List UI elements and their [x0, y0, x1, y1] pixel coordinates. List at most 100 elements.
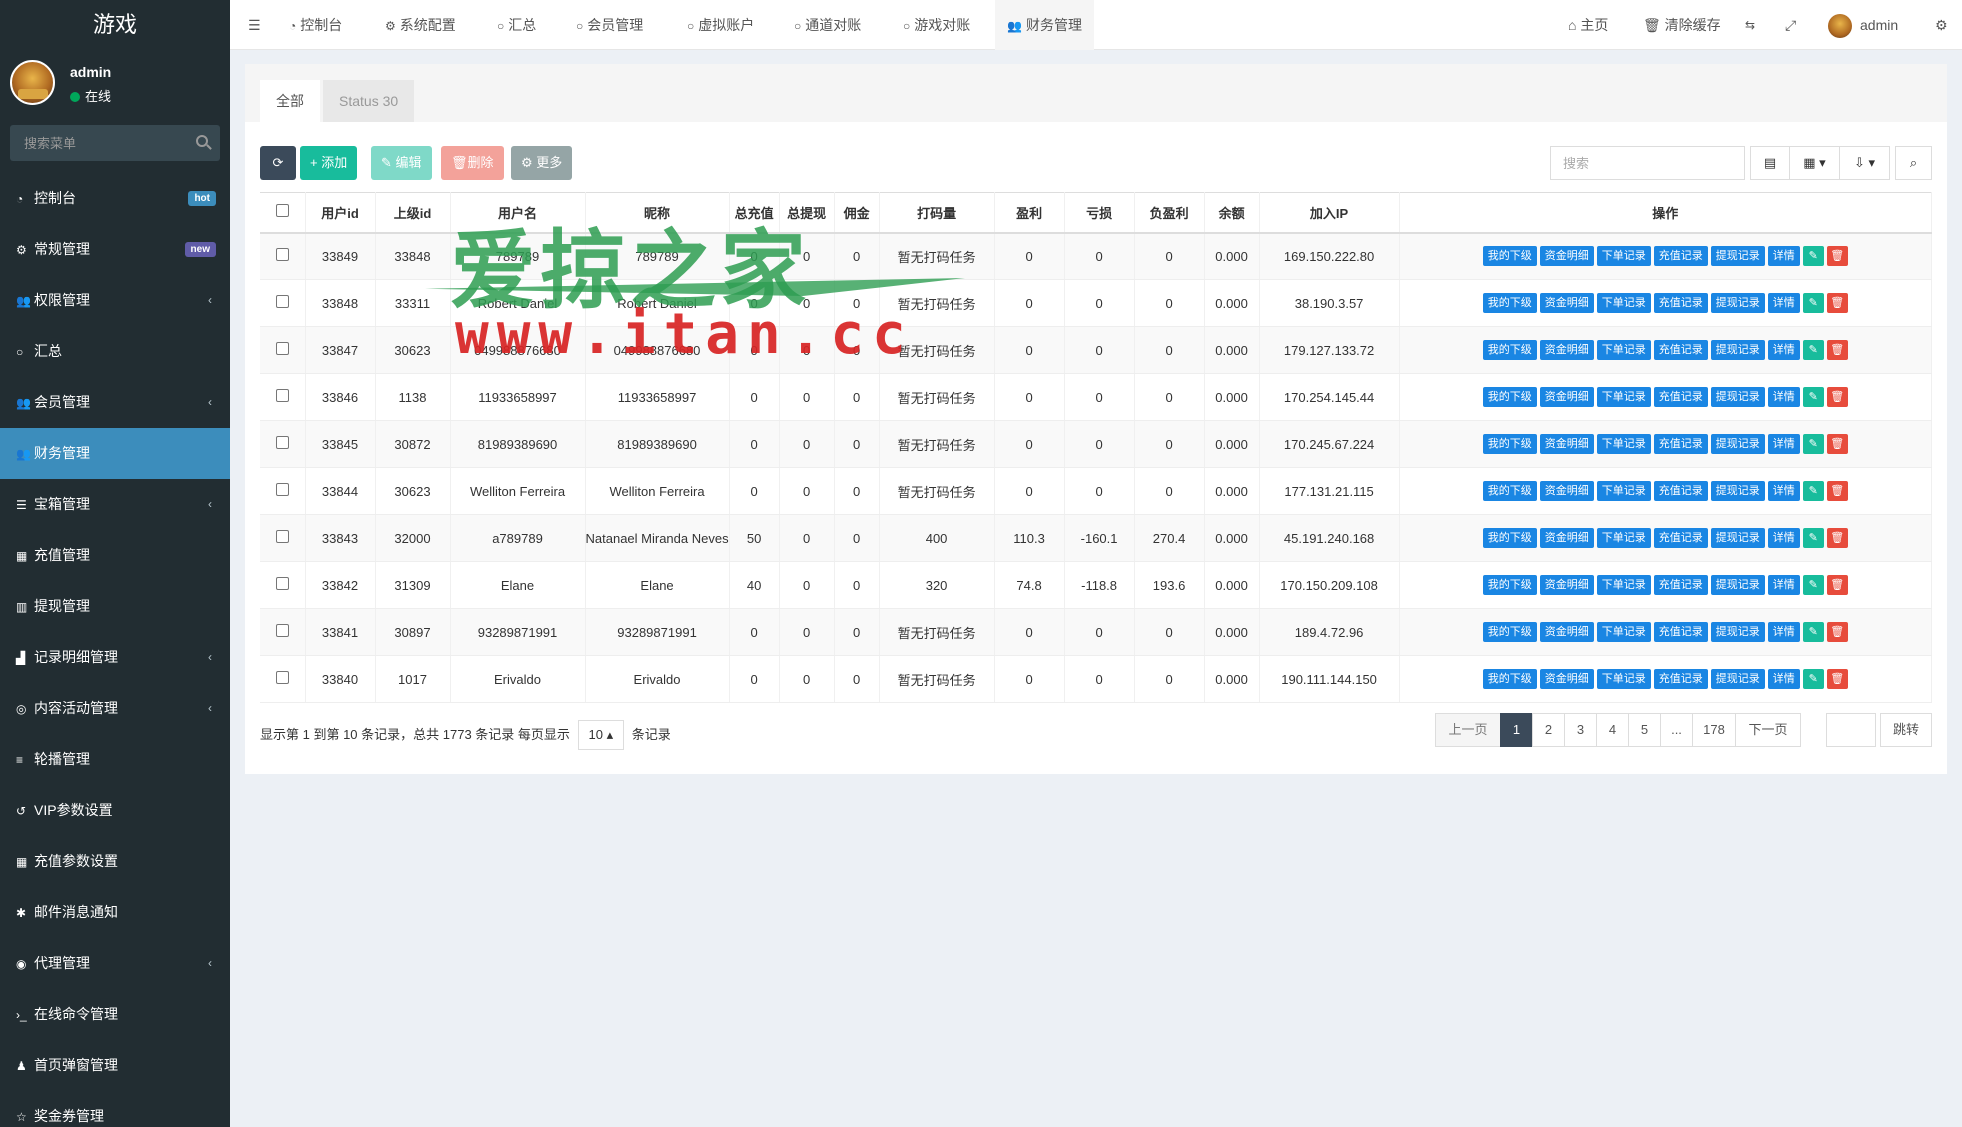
translate-icon[interactable]: ⇆ [1745, 0, 1755, 50]
row-action-button[interactable]: 我的下级 [1482, 669, 1537, 689]
row-checkbox[interactable] [275, 248, 289, 262]
table-search-input[interactable] [1550, 146, 1745, 180]
table-row[interactable]: 33841 30897 93289871991 93289871991 0 0 0 暂无打码任… [260, 608, 1933, 656]
clear-cache-button[interactable]: 🗑 清除缓存 [1643, 0, 1721, 50]
row-action-button[interactable]: 充值记录 [1653, 246, 1708, 267]
row-action-button[interactable]: 充值记录 [1653, 528, 1708, 548]
row-action-button[interactable]: 下单记录 [1596, 246, 1651, 267]
trash-icon[interactable]: 🗑 [1826, 434, 1848, 454]
table-row[interactable]: 33845 30872 81989389690 81989389690 0 0 0 暂无打码任… [260, 420, 1933, 468]
sidebar-item[interactable]: ◔ 控制台 hot [0, 173, 230, 224]
row-action-button[interactable]: 详情 [1767, 575, 1800, 595]
row-action-button[interactable]: 下单记录 [1596, 622, 1651, 642]
toggle-view-button[interactable]: ▤ [1750, 146, 1790, 180]
column-header[interactable]: 昵称 [585, 192, 730, 234]
next-page-button[interactable]: 下一页 [1735, 713, 1801, 747]
row-action-button[interactable]: 提现记录 [1710, 340, 1765, 360]
row-action-button[interactable]: 下单记录 [1596, 528, 1651, 548]
pencil-icon[interactable]: ✎ [1802, 575, 1824, 595]
column-header[interactable]: 盈利 [994, 192, 1065, 234]
row-action-button[interactable]: 提现记录 [1710, 434, 1765, 454]
sidebar-toggle-button[interactable]: ☰ [236, 0, 273, 50]
add-button[interactable]: + 添加 [300, 146, 358, 180]
row-action-button[interactable]: 充值记录 [1653, 669, 1708, 689]
row-action-button[interactable]: 下单记录 [1596, 434, 1651, 454]
table-row[interactable]: 33843 32000 a789789 Natanael Miranda Neves 5… [260, 514, 1933, 562]
column-header[interactable]: 佣金 [834, 192, 880, 234]
column-header[interactable]: 亏损 [1064, 192, 1135, 234]
row-action-button[interactable]: 我的下级 [1482, 575, 1537, 595]
prev-page-button[interactable]: 上一页 [1435, 713, 1501, 747]
table-row[interactable]: 33844 30623 Welliton Ferreira Welliton Ferr… [260, 467, 1933, 515]
table-row[interactable]: 33847 30623 049988876680 049988876680 0 0 0 暂无打… [260, 326, 1933, 374]
row-action-button[interactable]: 详情 [1767, 669, 1800, 689]
jump-button[interactable]: 跳转 [1880, 713, 1932, 747]
column-header[interactable]: 加入IP [1259, 192, 1400, 234]
table-row[interactable]: 33846 1138 11933658997 11933658997 0 0 0 暂无打码任务… [260, 373, 1933, 421]
page-button[interactable]: 5 [1628, 713, 1661, 747]
column-header[interactable]: 打码量 [879, 192, 995, 234]
pencil-icon[interactable]: ✎ [1802, 434, 1824, 454]
row-action-button[interactable]: 详情 [1767, 528, 1800, 548]
row-action-button[interactable]: 资金明细 [1539, 434, 1594, 454]
sidebar-item[interactable]: ▦ 充值管理 [0, 530, 230, 581]
row-action-button[interactable]: 详情 [1767, 293, 1800, 313]
page-button[interactable]: 4 [1596, 713, 1629, 747]
row-checkbox[interactable] [275, 624, 289, 637]
select-all-checkbox[interactable] [275, 204, 289, 218]
column-header[interactable]: 操作 [1399, 192, 1933, 234]
row-action-button[interactable]: 我的下级 [1482, 293, 1537, 313]
row-action-button[interactable]: 下单记录 [1596, 340, 1651, 360]
pencil-icon[interactable]: ✎ [1802, 246, 1824, 267]
row-action-button[interactable]: 资金明细 [1539, 528, 1594, 548]
row-action-button[interactable]: 我的下级 [1482, 434, 1537, 454]
nav-tab[interactable]: ○ 汇总 [485, 0, 548, 50]
pencil-icon[interactable]: ✎ [1802, 293, 1824, 313]
column-header[interactable]: 上级id [375, 192, 451, 234]
row-action-button[interactable]: 提现记录 [1710, 481, 1765, 501]
row-action-button[interactable]: 充值记录 [1653, 387, 1708, 407]
sidebar-item[interactable]: ♟ 首页弹窗管理 [0, 1040, 230, 1091]
row-action-button[interactable]: 详情 [1767, 387, 1800, 407]
trash-icon[interactable]: 🗑 [1826, 481, 1848, 501]
row-action-button[interactable]: 充值记录 [1653, 481, 1708, 501]
sidebar-item[interactable]: ◎ 内容活动管理 ‹ [0, 683, 230, 734]
row-action-button[interactable]: 下单记录 [1596, 387, 1651, 407]
nav-tab[interactable]: 👥 财务管理 [995, 0, 1094, 50]
row-checkbox[interactable] [275, 342, 289, 355]
row-action-button[interactable]: 详情 [1767, 481, 1800, 501]
trash-icon[interactable]: 🗑 [1826, 669, 1848, 689]
row-action-button[interactable]: 提现记录 [1710, 528, 1765, 548]
sidebar-item[interactable]: ▦ 充值参数设置 [0, 836, 230, 887]
trash-icon[interactable]: 🗑 [1826, 575, 1848, 595]
sidebar-item[interactable]: ☰ 宝箱管理 ‹ [0, 479, 230, 530]
table-row[interactable]: 33842 31309 Elane Elane 40 0 0 320 74.8 -118.8 193… [260, 561, 1933, 609]
row-action-button[interactable]: 充值记录 [1653, 293, 1708, 313]
column-header[interactable]: 总提现 [779, 192, 835, 234]
page-button[interactable]: 1 [1500, 713, 1533, 747]
sidebar-search-input[interactable] [10, 125, 220, 161]
refresh-button[interactable]: ⟳ [260, 146, 296, 180]
row-action-button[interactable]: 详情 [1767, 622, 1800, 642]
sidebar-item[interactable]: 👥 财务管理 [0, 428, 230, 479]
row-action-button[interactable]: 提现记录 [1710, 622, 1765, 642]
nav-tab[interactable]: ◔ 控制台 [277, 0, 354, 50]
sidebar-item[interactable]: ▥ 提现管理 [0, 581, 230, 632]
nav-tab[interactable]: ○ 虚拟账户 [675, 0, 766, 50]
pencil-icon[interactable]: ✎ [1802, 387, 1824, 407]
user-menu[interactable]: admin [1828, 0, 1898, 50]
row-action-button[interactable]: 下单记录 [1596, 481, 1651, 501]
trash-icon[interactable]: 🗑 [1826, 622, 1848, 642]
row-action-button[interactable]: 详情 [1767, 340, 1800, 360]
nav-tab[interactable]: ○ 会员管理 [564, 0, 655, 50]
export-button[interactable]: ⇩ ▾ [1839, 146, 1890, 180]
column-header[interactable]: 总充值 [729, 192, 780, 234]
nav-tab[interactable]: ⚙ 系统配置 [373, 0, 468, 50]
row-action-button[interactable]: 资金明细 [1539, 340, 1594, 360]
row-action-button[interactable]: 我的下级 [1482, 622, 1537, 642]
row-action-button[interactable]: 资金明细 [1539, 669, 1594, 689]
search-icon[interactable] [196, 135, 208, 147]
pencil-icon[interactable]: ✎ [1802, 340, 1824, 360]
page-button[interactable]: 178 [1692, 713, 1736, 747]
row-checkbox[interactable] [275, 671, 289, 684]
